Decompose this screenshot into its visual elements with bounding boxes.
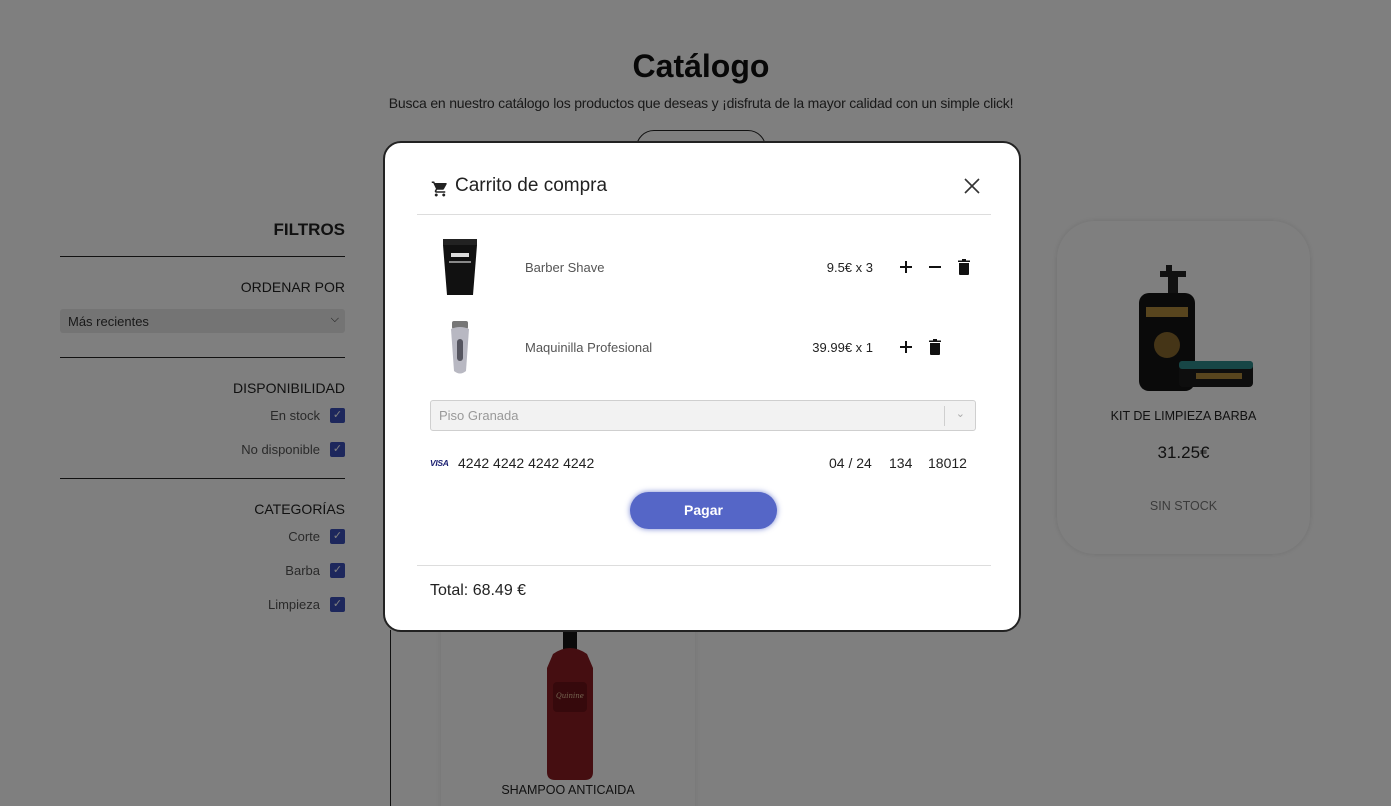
item-price: 9.5€ x 3 <box>826 260 873 275</box>
plus-icon[interactable] <box>896 337 916 357</box>
cart-item: Maquinilla Profesional 39.99€ x 1 <box>429 319 979 379</box>
modal-footer-divider <box>417 565 991 566</box>
cart-item: Barber Shave 9.5€ x 3 <box>429 239 979 299</box>
pay-button[interactable]: Pagar <box>630 492 777 529</box>
card-input[interactable]: VISA 4242 4242 4242 4242 04 / 24 134 180… <box>430 455 976 475</box>
modal-header: Carrito de compra <box>417 173 991 215</box>
card-cvc-field[interactable]: 134 <box>889 455 912 471</box>
item-name: Maquinilla Profesional <box>525 340 653 355</box>
card-number-field[interactable]: 4242 4242 4242 4242 <box>458 455 594 471</box>
trash-icon[interactable] <box>954 257 974 277</box>
visa-icon: VISA <box>430 458 449 468</box>
item-name: Barber Shave <box>525 260 605 275</box>
item-price: 39.99€ x 1 <box>812 340 873 355</box>
chevron-down-icon: ⌄ <box>955 408 965 420</box>
product-thumbnail <box>443 239 477 295</box>
postal-code-field[interactable]: 18012 <box>928 455 967 471</box>
cart-modal: Carrito de compra Barber Shave 9.5€ x 3 <box>383 141 1021 632</box>
address-value: Piso Granada <box>439 408 519 423</box>
product-thumbnail <box>451 321 469 374</box>
cart-total: Total: 68.49 € <box>430 582 527 599</box>
plus-icon[interactable] <box>896 257 916 277</box>
address-select[interactable]: Piso Granada ⌄ <box>430 400 976 431</box>
modal-title: Carrito de compra <box>455 175 608 196</box>
trash-icon[interactable] <box>925 337 945 357</box>
minus-icon[interactable] <box>925 257 945 277</box>
select-separator <box>944 406 945 426</box>
shopping-cart-icon <box>431 181 447 197</box>
card-expiry-field[interactable]: 04 / 24 <box>829 455 872 471</box>
close-icon[interactable] <box>963 177 981 195</box>
